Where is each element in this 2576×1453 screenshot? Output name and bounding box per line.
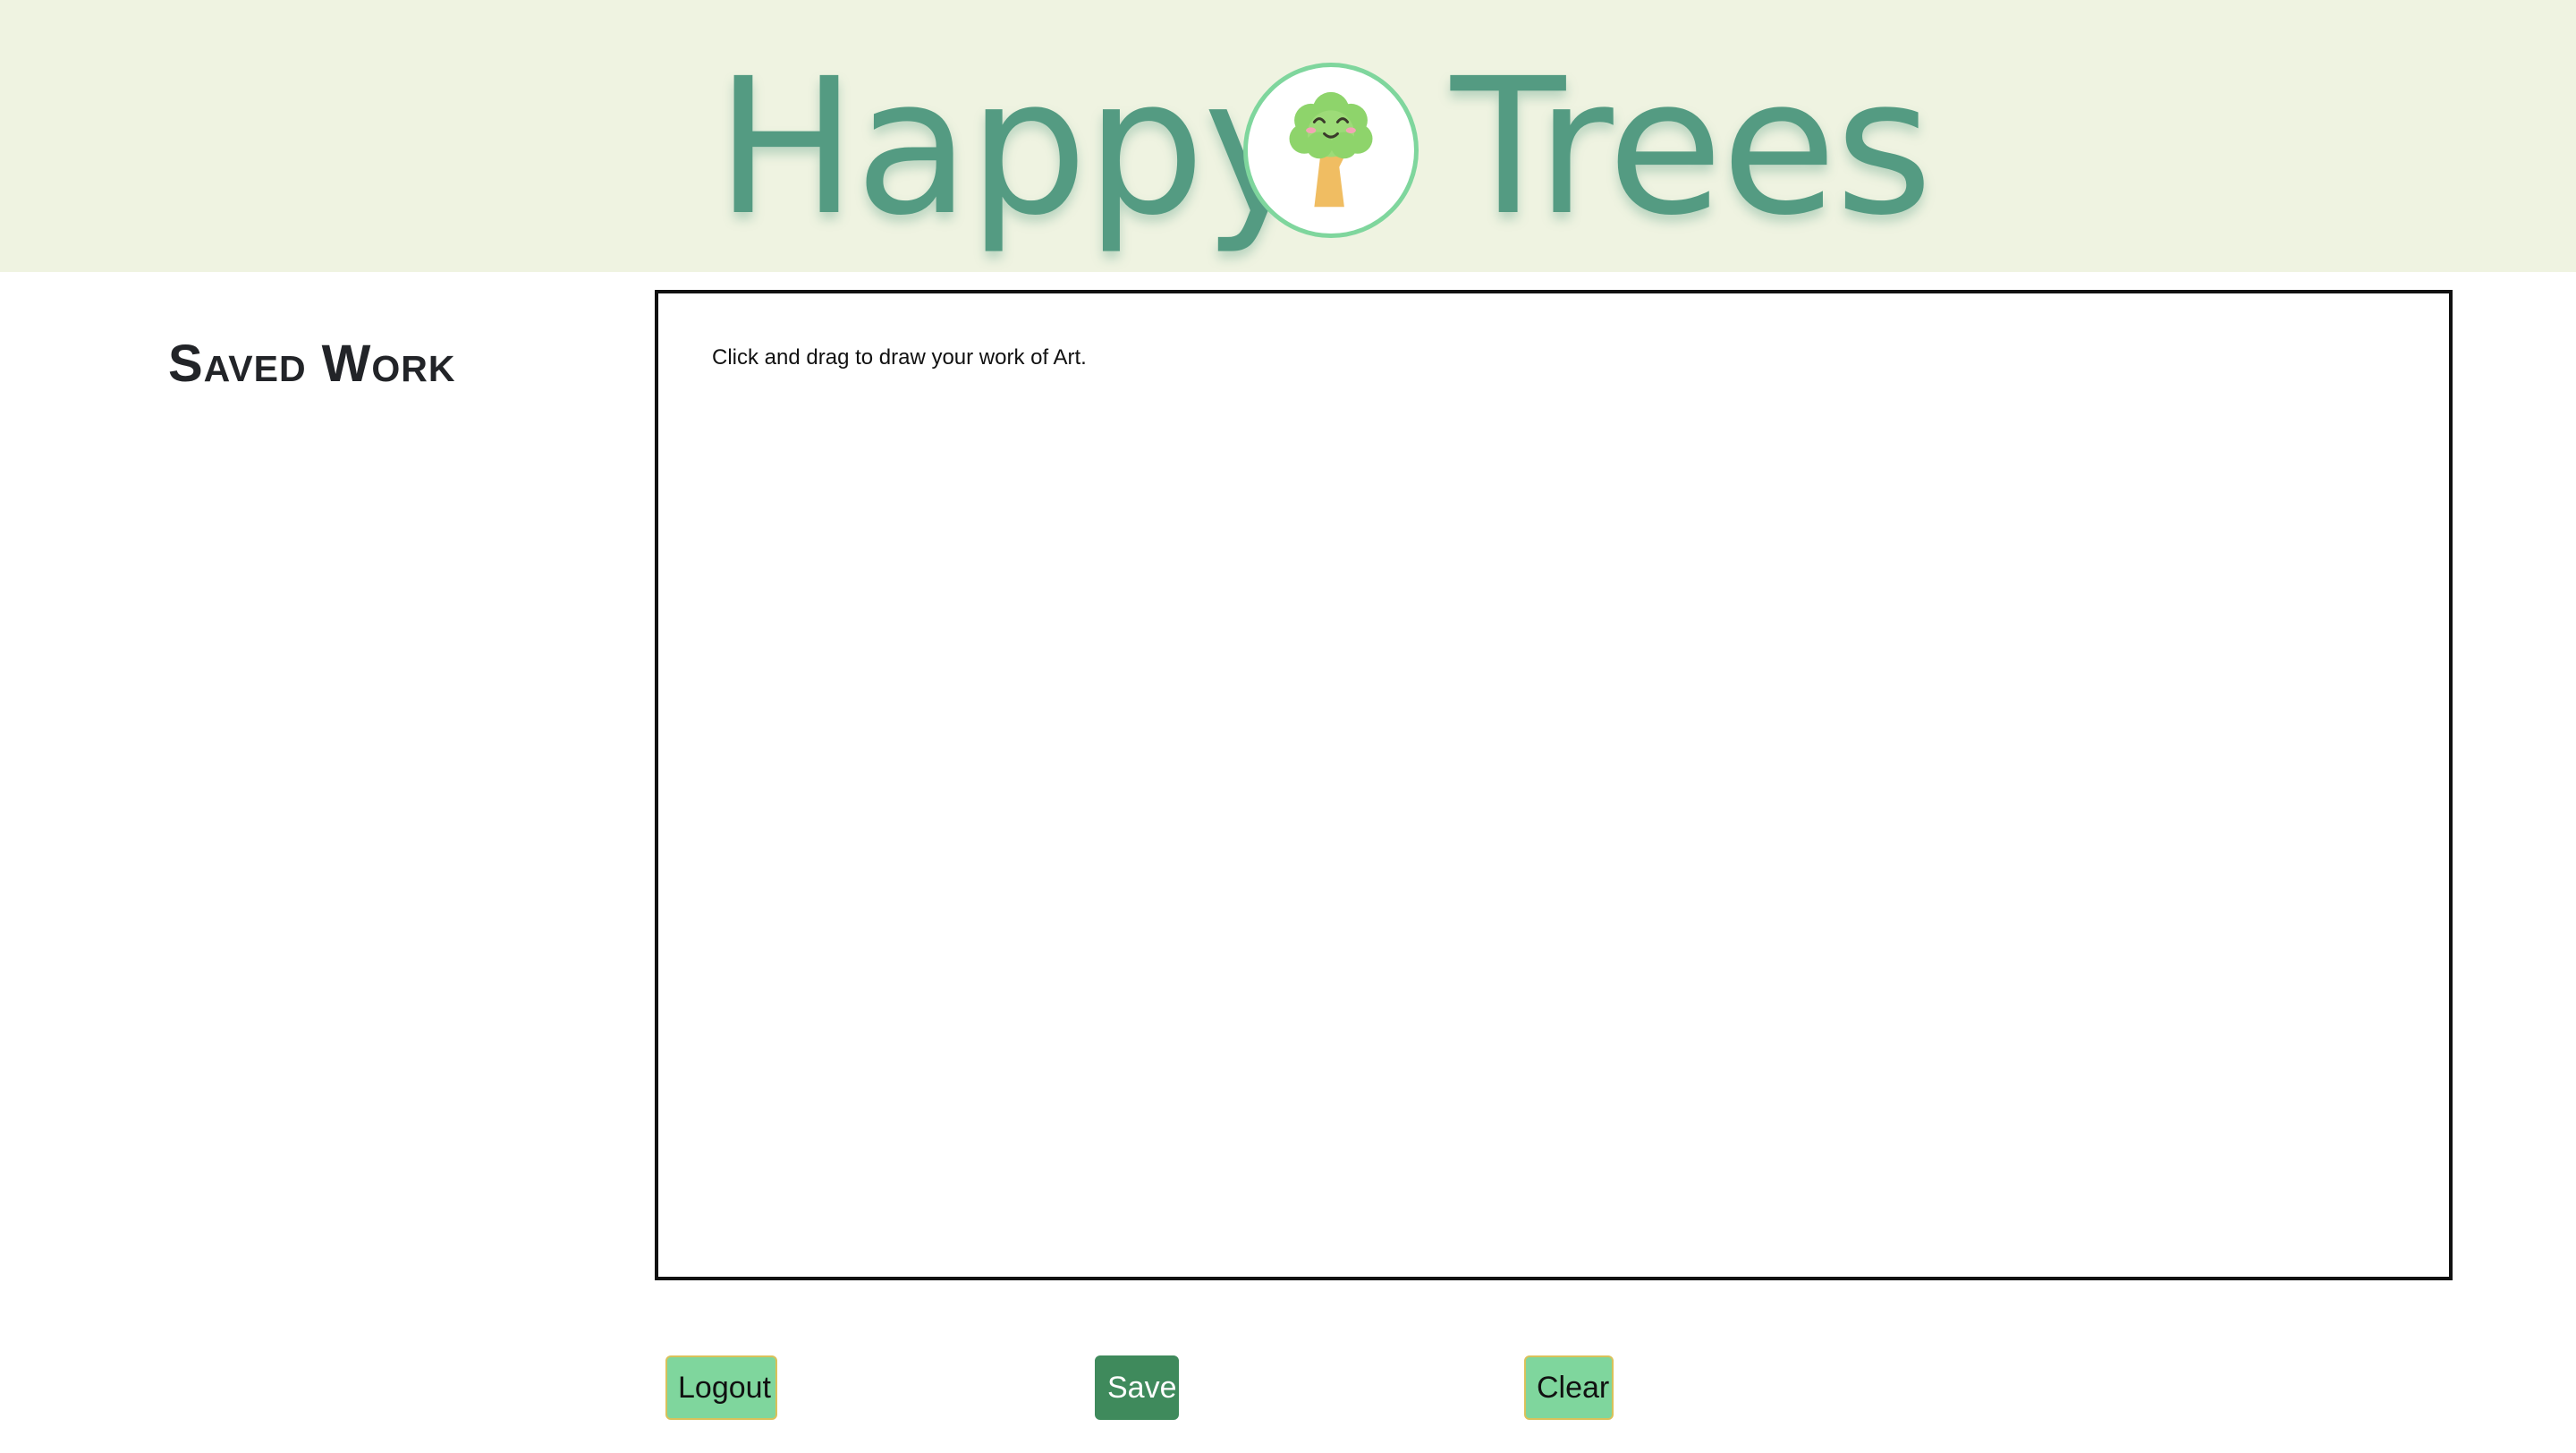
brand-title-happy: Happy: [716, 38, 1314, 257]
brand-title-trees: Trees: [1451, 38, 1933, 257]
smiling-tree-icon: [1243, 63, 1419, 238]
clear-button[interactable]: Clear: [1524, 1355, 1614, 1420]
saved-work-heading: Saved Work: [168, 335, 456, 394]
site-header: Happy Trees: [0, 0, 2576, 272]
drawing-canvas[interactable]: Click and drag to draw your work of Art.: [655, 290, 2453, 1280]
canvas-instructions: Click and drag to draw your work of Art.: [712, 345, 1087, 370]
logout-button[interactable]: Logout: [665, 1355, 777, 1420]
save-button[interactable]: Save: [1095, 1355, 1179, 1420]
